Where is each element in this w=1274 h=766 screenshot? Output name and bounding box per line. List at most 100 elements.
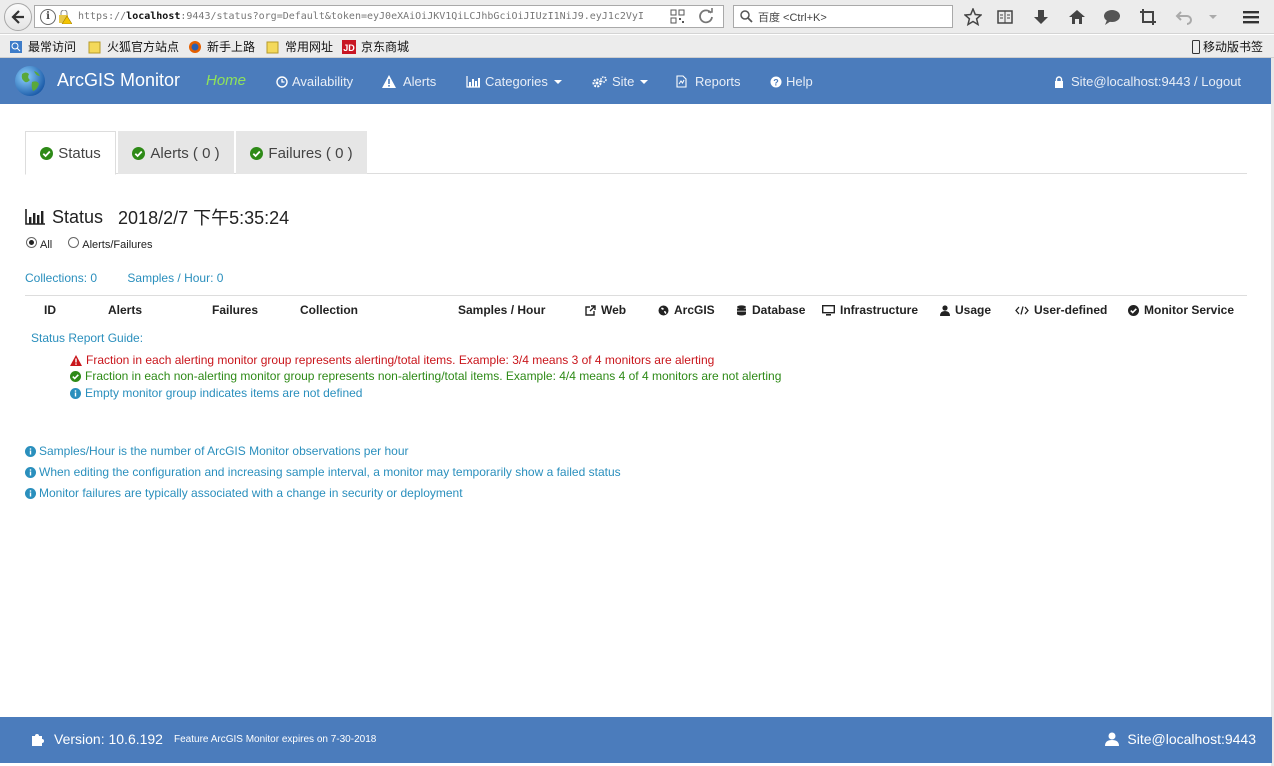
svg-text:?: ? [773, 77, 779, 87]
warning-icon [70, 354, 82, 366]
nav-label: Reports [695, 74, 741, 89]
note-text: Samples/Hour is the number of ArcGIS Mon… [39, 444, 409, 458]
bookmark-item[interactable]: 火狐官方站点 [88, 38, 179, 55]
nav-user-logout[interactable]: Site@localhost:9443 / Logout [1054, 74, 1241, 89]
code-icon [1015, 305, 1029, 315]
column-header[interactable]: Samples / Hour [458, 303, 545, 317]
bookmark-label: 移动版书签 [1203, 40, 1264, 54]
info-icon[interactable]: i [40, 8, 56, 25]
tab-label: Status [58, 144, 101, 162]
reload-icon[interactable] [698, 8, 715, 25]
tab-label: Alerts ( 0 ) [150, 144, 220, 162]
page-title: Status [52, 206, 104, 227]
guide-non-alerting: Fraction in each non-alerting monitor gr… [70, 369, 781, 383]
bookmark-item[interactable]: 常用网址 [266, 38, 333, 55]
nav-site[interactable]: Site [592, 74, 649, 89]
check-circle-icon [132, 146, 146, 160]
status-report-guide-title: Status Report Guide: [31, 331, 144, 345]
column-header-arcgis[interactable]: ArcGIS [658, 303, 715, 317]
column-header-infrastructure[interactable]: Infrastructure [822, 303, 918, 317]
chevron-down-icon [553, 79, 562, 84]
column-header[interactable]: Failures [212, 303, 258, 317]
nav-reports[interactable]: Reports [676, 74, 741, 89]
tab-failures[interactable]: Failures ( 0 ) [236, 131, 367, 174]
bookmark-item[interactable]: 新手上路 [188, 38, 255, 55]
version-label: Version: 10.6.192 [54, 731, 163, 747]
most-visited-icon [10, 40, 22, 53]
screenshot-crop-icon[interactable] [1137, 6, 1159, 28]
nav-label: Site@localhost:9443 / Logout [1071, 74, 1242, 89]
user-icon [1105, 732, 1120, 746]
mobile-bookmarks[interactable]: 移动版书签 [1192, 38, 1263, 55]
globe-logo-icon[interactable] [14, 65, 46, 97]
bookmark-label: 常用网址 [285, 40, 334, 54]
gears-icon [592, 75, 607, 87]
column-header[interactable]: ID [44, 303, 56, 317]
column-label: Monitor Service [1144, 303, 1235, 317]
guide-text: Fraction in each non-alerting monitor gr… [85, 369, 782, 383]
radio-all[interactable] [26, 236, 37, 248]
status-table-header: ID Alerts Failures Collection Samples / … [25, 295, 1247, 322]
bookmark-label: 京东商城 [361, 40, 410, 54]
nav-availability[interactable]: Availability [276, 74, 353, 89]
bookmark-star-icon[interactable] [962, 6, 984, 28]
nav-help[interactable]: ? Help [770, 74, 813, 89]
note-item: Samples/Hour is the number of ArcGIS Mon… [25, 444, 409, 458]
column-header-user-defined[interactable]: User-defined [1015, 303, 1107, 317]
bookmark-label: 火狐官方站点 [107, 40, 180, 54]
home-icon[interactable] [1066, 6, 1088, 28]
nav-alerts[interactable]: Alerts [382, 74, 436, 89]
puzzle-piece-icon [32, 734, 44, 746]
bar-chart-icon [466, 75, 480, 88]
note-item: Monitor failures are typically associate… [25, 486, 463, 500]
column-header-usage[interactable]: Usage [940, 303, 991, 317]
column-header[interactable]: Alerts [108, 303, 142, 317]
column-header[interactable]: Collection [300, 303, 358, 317]
radio-label: Alerts/Failures [82, 239, 153, 251]
security-warning-icon[interactable] [58, 9, 72, 24]
app-footer: Version: 10.6.192 Feature ArcGIS Monitor… [0, 717, 1272, 763]
status-header: Status 2018/2/7 下午5:35:24 [25, 204, 289, 230]
bookmark-item[interactable]: JD 京东商城 [342, 38, 409, 55]
download-icon[interactable] [1030, 6, 1052, 28]
chat-icon[interactable] [1101, 6, 1123, 28]
undo-dropdown-icon[interactable] [1202, 6, 1224, 28]
column-label: User-defined [1034, 303, 1108, 317]
svg-text:JD: JD [343, 43, 355, 53]
menu-icon[interactable] [1240, 6, 1262, 28]
reading-list-icon[interactable] [994, 6, 1016, 28]
note-text: When editing the configuration and incre… [39, 465, 621, 479]
footer-user-label: Site@localhost:9443 [1127, 731, 1256, 747]
column-label: Database [752, 303, 806, 317]
url-text[interactable]: https://localhost:9443/status?org=Defaul… [78, 11, 658, 22]
back-button[interactable] [4, 3, 32, 31]
nav-home[interactable]: Home [206, 72, 246, 89]
nav-label: Alerts [403, 74, 437, 89]
tab-status[interactable]: Status [25, 131, 116, 175]
samples-per-hour[interactable]: Samples / Hour: 0 [127, 271, 223, 285]
database-icon [737, 304, 746, 315]
tab-alerts[interactable]: Alerts ( 0 ) [118, 131, 234, 174]
footer-user[interactable]: Site@localhost:9443 [1105, 731, 1256, 747]
url-bar[interactable]: i https://localhost:9443/status?org=Defa… [34, 5, 724, 28]
collections-count[interactable]: Collections: 0 [25, 271, 97, 285]
nav-label: Availability [292, 74, 354, 89]
radio-label: All [40, 239, 53, 251]
license-info: Feature ArcGIS Monitor expires on 7-30-2… [174, 734, 377, 745]
guide-empty: Empty monitor group indicates items are … [70, 386, 362, 400]
search-icon [740, 10, 753, 23]
column-header-database[interactable]: Database [736, 303, 805, 317]
column-header-web[interactable]: Web [585, 303, 626, 317]
bookmark-item[interactable]: 最常访问 [9, 38, 76, 55]
user-icon [940, 304, 950, 316]
search-bar[interactable]: 百度 <Ctrl+K> [733, 5, 953, 28]
monitor-icon [822, 304, 835, 316]
nav-categories[interactable]: Categories [466, 74, 562, 89]
radio-alerts-failures[interactable] [68, 236, 80, 248]
lock-icon [1055, 75, 1063, 88]
note-text: Monitor failures are typically associate… [39, 486, 463, 500]
undo-icon[interactable] [1173, 6, 1195, 28]
app-brand[interactable]: ArcGIS Monitor [57, 70, 180, 91]
column-header-monitor-service[interactable]: Monitor Service [1128, 303, 1234, 317]
qr-code-icon[interactable] [670, 9, 685, 24]
